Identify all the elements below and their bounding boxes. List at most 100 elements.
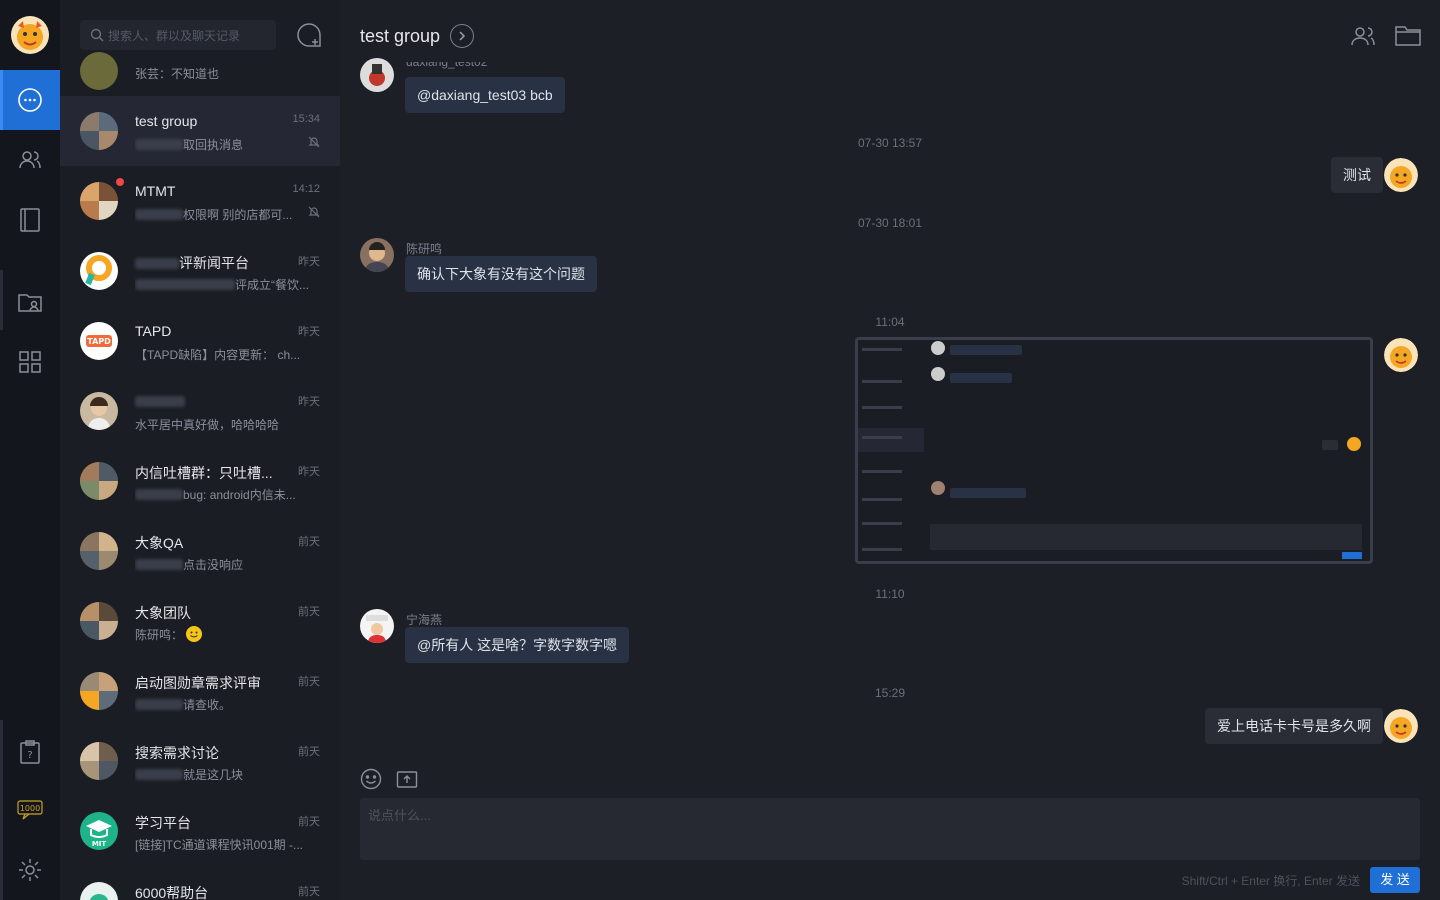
nav-contacts[interactable] [0,130,60,190]
send-hint: Shift/Ctrl + Enter 换行, Enter 发送 [1181,874,1360,888]
conversation-avatar [80,882,118,900]
settings-icon [19,859,41,881]
conversation-list: 张芸：不知道也 搜索人、群以及聊天记录 test group 15:34 取回执… [60,0,340,900]
conversation-item[interactable]: 启动图勋章需求评审 前天 请查收。 [60,656,340,726]
conversation-item[interactable]: 6000帮助台 前天 [60,866,340,900]
message-timestamp: 15:29 [874,686,906,700]
upload-file-icon[interactable] [396,768,418,790]
chat-pane: test group daxiang_test02 @daxiang_test0… [340,0,1440,900]
group-members-button[interactable] [1350,24,1376,53]
message-bubble: @daxiang_test03 bcb [405,77,565,113]
message-sender: daxiang_test02 [406,62,488,69]
conversation-avatar [80,602,118,640]
send-button[interactable]: 发 送 [1370,867,1420,893]
nav-settings[interactable] [0,840,60,900]
nav-help[interactable]: ? [0,722,60,782]
conversation-avatar [80,532,118,570]
my-message-avatar [1384,338,1418,372]
svg-text:TAPD: TAPD [87,337,111,346]
conversation-preview: [链接]TC通道课程快讯001期 -... [135,838,304,852]
conversation-name: MTMT [135,183,176,199]
conversation-time: 前天 [298,536,320,548]
composer-toolbar [360,768,418,790]
conversation-name: 大象QA [135,535,184,551]
conversation-time: 昨天 [298,256,320,268]
message-bubble: @所有人 这是啥？字数字数字嗯 [405,627,630,663]
search-placeholder: 搜索人、群以及聊天记录 [108,28,241,43]
conversation-time: 昨天 [298,466,320,478]
message-avatar [360,238,394,272]
conversation-preview: 陈研鸣： [135,626,311,643]
conversation-name: 搜索需求讨论 [135,745,219,761]
conversation-name: TAPD [135,323,172,339]
conversation-item[interactable]: TAPD TAPD 昨天 【TAPD缺陷】内容更新： ch... [60,306,340,376]
nav-counter[interactable]: 1000 [0,780,60,840]
search-input[interactable]: 搜索人、群以及聊天记录 [80,20,276,50]
unread-dot [116,178,124,186]
conversation-item[interactable]: 内信吐槽群：只吐槽... 昨天 bug: android内信未... [60,446,340,516]
conversation-preview: 取回执消息 [135,136,311,153]
conversation-time: 前天 [298,816,320,828]
conversation-preview: 权限啊 别的店都可... [135,206,311,223]
conversation-time: 前天 [298,746,320,758]
conversation-item[interactable]: MIT 学习平台 前天 [链接]TC通道课程快讯001期 -... [60,796,340,866]
nav-messages[interactable] [0,70,60,130]
my-message-avatar [1384,709,1418,743]
group-members-icon [1351,27,1375,46]
conversation-item[interactable]: 大象QA 前天 点击没响应 [60,516,340,586]
conversation-avatar [80,112,118,150]
conversation-name: 学习平台 [135,815,191,831]
chat-info-button[interactable] [450,24,475,48]
message-bubble: 确认下大象有没有这个问题 [405,256,597,292]
emoji-icon[interactable] [360,768,382,790]
message-sender: 陈研鸣 [406,242,443,256]
conversation-time: 前天 [298,676,320,688]
folder-icon [1395,26,1421,46]
conversation-name: test group [135,113,198,129]
conversation-item[interactable]: 搜索需求讨论 前天 就是这几块 [60,726,340,796]
conversation-item[interactable]: 评新闻平台 昨天 评成立“餐饮... [60,236,340,306]
conversation-avatar: MIT [80,812,118,850]
nav-files[interactable] [0,272,60,332]
conversation-preview: 张芸：不知道也 [135,67,220,81]
help-icon: ? [20,740,40,764]
mute-icon [308,136,320,148]
conversation-avatar [80,672,118,710]
message-input[interactable]: 说点什么... [360,798,1420,860]
conversation-avatar [80,392,118,430]
nav-apps[interactable] [0,332,60,392]
conversation-item[interactable]: MTMT 14:12 权限啊 别的店都可... [60,166,340,236]
conversation-time: 昨天 [298,396,320,408]
nav-notes[interactable] [0,190,60,250]
new-chat-button[interactable] [296,22,322,53]
conversation-avatar [80,52,118,90]
conversation-time: 前天 [298,606,320,618]
message-timestamp: 07-30 18:01 [857,216,923,230]
conversation-avatar [80,182,118,220]
image-message[interactable] [855,337,1373,564]
chevron-right-icon [459,31,466,41]
message-input-placeholder: 说点什么... [368,808,431,823]
counter-icon: 1000 [17,800,43,820]
group-files-button[interactable] [1395,24,1421,51]
conversation-time: 14:12 [292,183,320,195]
message-avatar [360,609,394,643]
conversation-name: 大象团队 [135,605,191,621]
folder-person-icon [18,294,42,312]
conversation-item[interactable]: 昨天 水平居中真好做，哈哈哈哈 [60,376,340,446]
conversation-time: 15:34 [292,113,320,125]
svg-text:?: ? [27,750,32,761]
conversation-item[interactable]: test group 15:34 取回执消息 [60,96,340,166]
conversation-preview: 【TAPD缺陷】内容更新： ch... [135,348,301,362]
conversation-preview: bug: android内信未... [135,486,311,503]
conversation-name: 评新闻平台 [135,253,249,273]
conversation-time: 昨天 [298,326,320,338]
conversation-preview: 水平居中真好做，哈哈哈哈 [135,418,280,432]
apps-icon [19,351,41,373]
contacts-icon [19,151,41,169]
conversation-item[interactable]: 大象团队 前天 陈研鸣： [60,586,340,656]
message-icon [18,88,42,112]
conversation-preview: 点击没响应 [135,556,311,573]
conversation-avatar [80,742,118,780]
my-avatar[interactable] [0,10,60,60]
